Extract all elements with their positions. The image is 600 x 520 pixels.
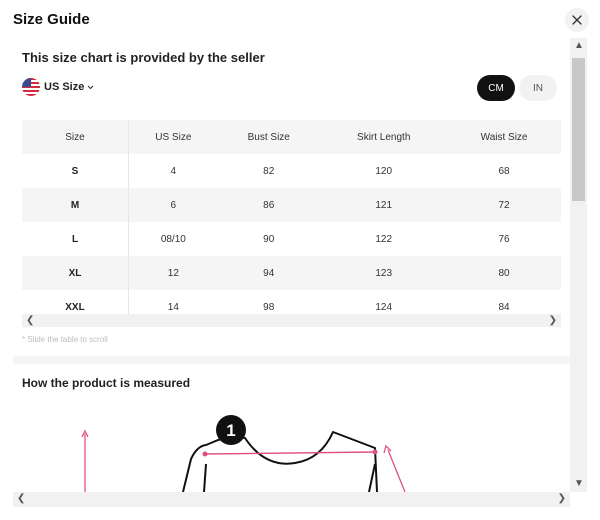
table-cell: 94 bbox=[217, 256, 320, 290]
chevron-left-icon[interactable]: ❮ bbox=[17, 493, 25, 504]
vertical-scrollbar[interactable]: ▲ ▼ bbox=[570, 38, 587, 492]
table-cell: L bbox=[22, 222, 129, 256]
table-cell: XL bbox=[22, 256, 129, 290]
table-row: XL 12 94 123 80 bbox=[22, 256, 561, 290]
table-cell: 123 bbox=[319, 256, 448, 290]
table-cell: M bbox=[22, 188, 129, 222]
unit-toggle: CM IN bbox=[477, 75, 557, 101]
table-cell: 90 bbox=[263, 233, 275, 245]
table-cell: 120 bbox=[375, 165, 393, 177]
measurement-title: How the product is measured bbox=[22, 376, 191, 390]
section-divider bbox=[13, 356, 570, 364]
table-cell: 08/10 bbox=[160, 233, 186, 245]
table-header-row: Size US Size Bust Size Skirt Length Wais… bbox=[22, 120, 561, 154]
modal-title: Size Guide bbox=[13, 11, 90, 28]
unit-cm-button[interactable]: CM bbox=[477, 75, 515, 101]
garment-measurement-diagram: 1 bbox=[81, 415, 406, 492]
table-cell: 76 bbox=[498, 233, 510, 245]
dress-side-line bbox=[203, 463, 376, 492]
table-cell: S bbox=[22, 154, 129, 188]
size-table: Size US Size Bust Size Skirt Length Wais… bbox=[22, 120, 561, 324]
close-button[interactable] bbox=[565, 8, 589, 32]
scrollbar-thumb[interactable] bbox=[572, 58, 585, 201]
horizontal-scrollbar[interactable]: ❮ ❯ bbox=[13, 492, 570, 507]
bust-measure-end-dot bbox=[372, 449, 378, 455]
bust-measure-start-dot bbox=[202, 451, 208, 457]
unit-in-button[interactable]: IN bbox=[519, 75, 557, 101]
chevron-right-icon[interactable]: ❯ bbox=[549, 314, 557, 327]
size-guide-content: This size chart is provided by the selle… bbox=[13, 38, 570, 492]
chevron-left-icon[interactable]: ❮ bbox=[26, 314, 34, 327]
us-flag-icon bbox=[22, 78, 40, 96]
column-header: Skirt Length bbox=[319, 120, 448, 154]
table-cell: 72 bbox=[447, 188, 561, 222]
table-cell: 86 bbox=[217, 188, 320, 222]
dress-outline bbox=[182, 431, 378, 492]
column-header: Bust Size bbox=[217, 120, 320, 154]
table-cell: 122 bbox=[375, 233, 393, 245]
table-row: S 4 82 120 68 bbox=[22, 154, 561, 188]
table-cell: 4 bbox=[170, 165, 177, 177]
table-cell: 82 bbox=[263, 165, 275, 177]
column-header: Size bbox=[22, 120, 129, 154]
column-header: US Size bbox=[128, 120, 218, 154]
chevron-up-icon[interactable]: ▲ bbox=[574, 40, 584, 51]
table-cell: 68 bbox=[498, 165, 510, 177]
table-cell: 12 bbox=[128, 256, 218, 290]
table-horizontal-scrollbar[interactable]: ❮ ❯ bbox=[22, 314, 561, 327]
bust-measure-line bbox=[204, 451, 376, 455]
measurement-marker-label: 1 bbox=[226, 421, 235, 440]
chevron-right-icon[interactable]: ❯ bbox=[558, 493, 566, 504]
table-cell: 80 bbox=[447, 256, 561, 290]
skirt-measure-arrow bbox=[387, 449, 406, 492]
close-icon bbox=[572, 15, 582, 25]
table-cell: 121 bbox=[319, 188, 448, 222]
chevron-down-icon bbox=[87, 85, 94, 89]
table-row: M 6 86 121 72 bbox=[22, 188, 561, 222]
table-cell: 6 bbox=[128, 188, 218, 222]
chevron-down-icon[interactable]: ▼ bbox=[574, 478, 584, 489]
column-header: Waist Size bbox=[447, 120, 561, 154]
seller-note: This size chart is provided by the selle… bbox=[22, 50, 265, 65]
scroll-hint: * Slide the table to scroll bbox=[22, 335, 108, 344]
size-system-dropdown[interactable]: US Size bbox=[22, 78, 95, 96]
table-row: L 08/10 90 122 76 bbox=[22, 222, 561, 256]
size-chart-card: This size chart is provided by the selle… bbox=[13, 38, 570, 350]
size-system-label: US Size bbox=[44, 81, 85, 93]
skirt-measure-arrow-head bbox=[383, 444, 392, 454]
